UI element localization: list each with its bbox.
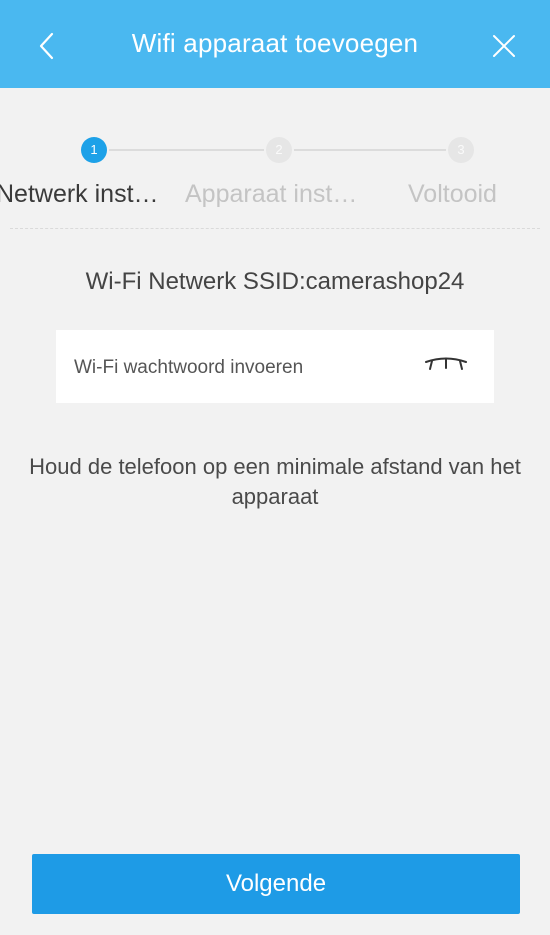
next-button[interactable]: Volgende [32, 854, 520, 914]
step-connector [109, 149, 264, 151]
close-button[interactable] [484, 24, 524, 68]
close-icon [493, 35, 515, 57]
page-title: Wifi apparaat toevoegen [131, 28, 419, 58]
progress-stepper: 1 2 3 Netwerk inst… Apparaat inst… Volto… [0, 120, 550, 230]
password-field[interactable] [56, 330, 494, 405]
app-header: Wifi apparaat toevoegen [0, 0, 550, 88]
step-2-label: Apparaat inst… [185, 180, 358, 208]
step-3-indicator: 3 [448, 137, 474, 163]
password-input[interactable] [72, 330, 406, 405]
ssid-label: Wi-Fi Netwerk SSID:camerashop24 [85, 268, 465, 295]
divider [10, 228, 540, 229]
eye-closed-icon [425, 357, 467, 370]
step-1-label: Netwerk inst… [0, 180, 159, 208]
step-3-label: Voltooid [408, 180, 497, 208]
step-2-indicator: 2 [266, 137, 292, 163]
step-connector [294, 149, 446, 151]
distance-hint: Houd de telefoon op een minimale afstand… [29, 454, 521, 509]
password-visibility-toggle[interactable] [424, 354, 468, 378]
step-1-indicator: 1 [81, 137, 107, 163]
